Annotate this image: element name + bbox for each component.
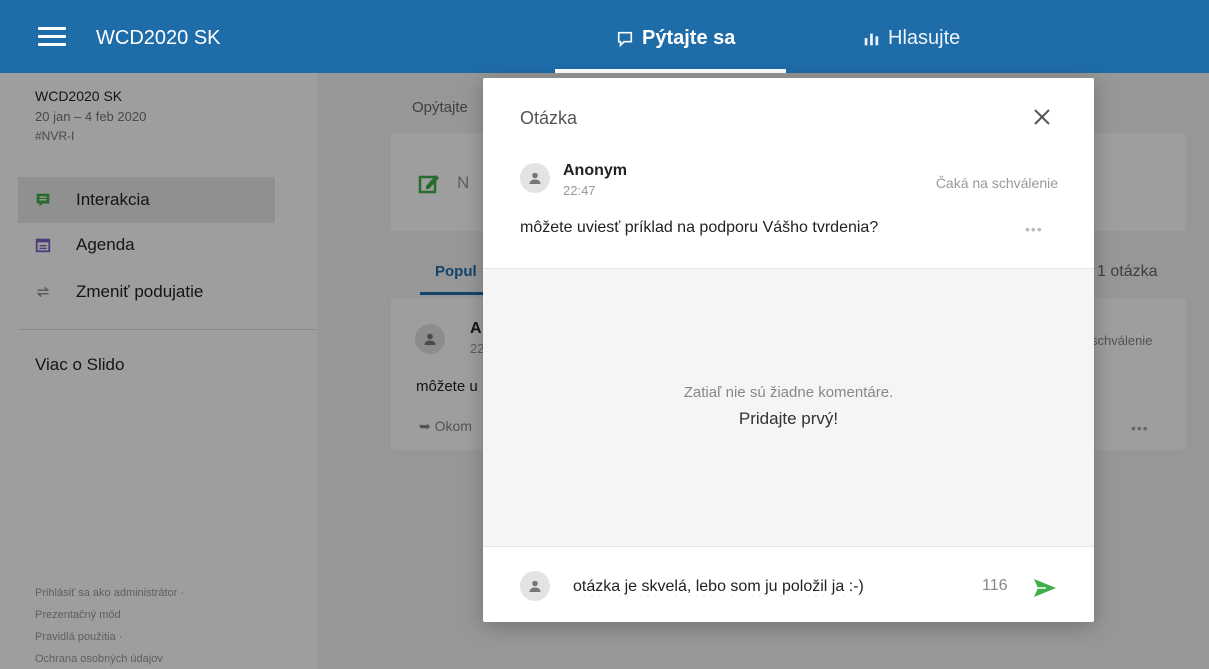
- send-icon[interactable]: [1031, 574, 1059, 602]
- tab-ask[interactable]: Pýtajte sa: [616, 27, 735, 50]
- tab-ask-label: Pýtajte sa: [642, 27, 736, 49]
- no-comments-text: Zatiaľ nie sú žiadne komentáre.: [683, 384, 894, 401]
- more-options-icon[interactable]: •••: [1025, 221, 1043, 237]
- question-text: môžete uviesť príklad na podporu Vášho t…: [520, 219, 879, 236]
- event-brand[interactable]: WCD2020 SK: [96, 27, 221, 50]
- question-time: 22:47: [563, 183, 596, 198]
- add-first-comment-text: Pridajte prvý!: [738, 409, 839, 428]
- tab-vote[interactable]: Hlasujte: [862, 27, 960, 50]
- avatar: [520, 163, 550, 193]
- comment-input[interactable]: [573, 575, 953, 599]
- menu-icon[interactable]: [38, 27, 66, 47]
- char-counter: 116: [982, 577, 1008, 594]
- close-icon[interactable]: [1031, 106, 1053, 128]
- chat-bubble-icon: [617, 31, 633, 47]
- question-modal: Otázka Anonym 22:47 Čaká na schválenie m…: [483, 78, 1094, 622]
- top-bar: WCD2020 SK Pýtajte sa Hlasujte: [0, 0, 1209, 73]
- question-author: Anonym: [563, 162, 627, 179]
- modal-title: Otázka: [520, 108, 578, 128]
- user-icon: [529, 172, 541, 184]
- user-icon: [529, 580, 541, 592]
- bar-chart-icon: [864, 33, 879, 45]
- avatar: [520, 571, 550, 601]
- tab-vote-label: Hlasujte: [888, 27, 961, 49]
- comments-area: Zatiaľ nie sú žiadne komentáre. Pridajte…: [483, 268, 1094, 547]
- status-badge: Čaká na schválenie: [935, 175, 1058, 191]
